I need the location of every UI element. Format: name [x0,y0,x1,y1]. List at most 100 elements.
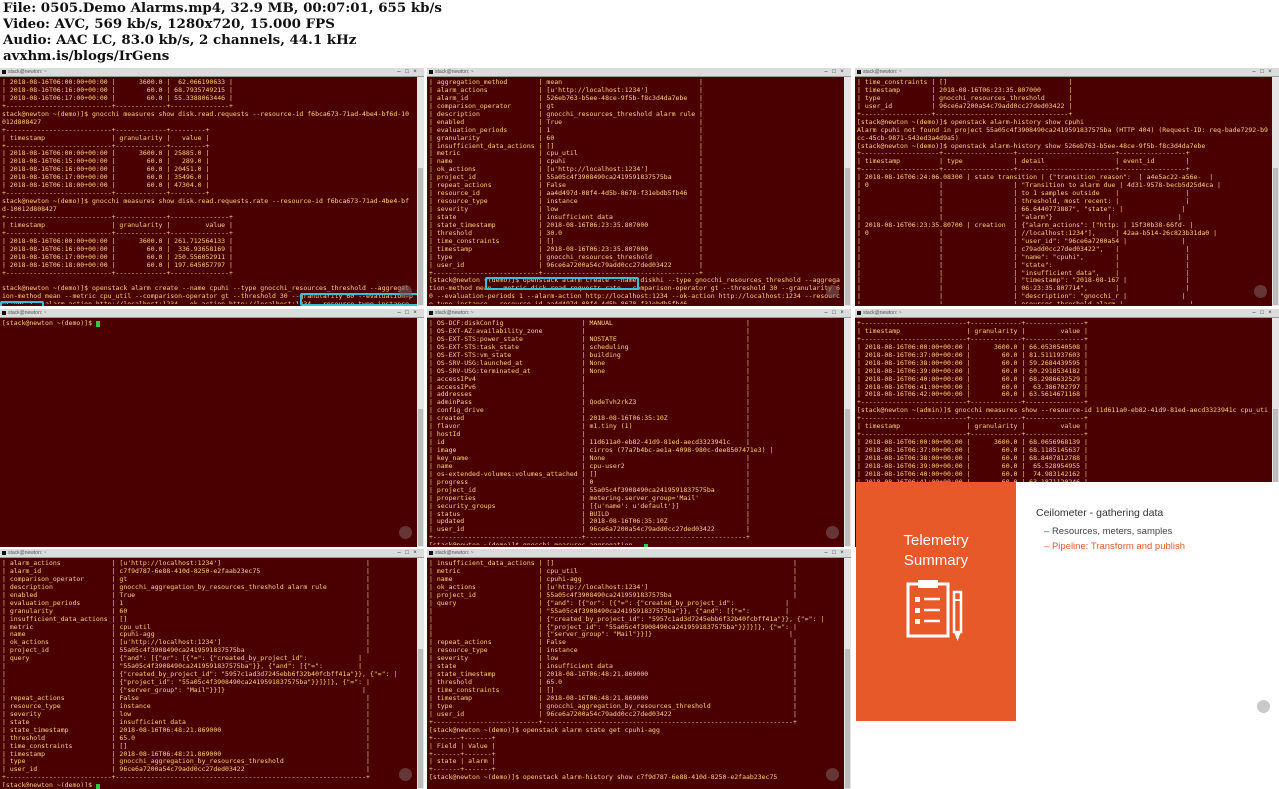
terminal-line: | 2018-08-16T06:16:00+00:00 | 60.0 | 336… [2,245,233,253]
vertical-scrollbar[interactable] [417,318,424,547]
terminal-line: +---------------------------+-----------… [429,718,797,726]
terminal-line: +---------------------------+-----------… [2,126,210,134]
terminal-window[interactable]: stack@newton: ~ – □ × | 2018-08-16T06:00:00+… [0,68,424,306]
minimize-icon[interactable]: – [396,310,402,316]
terminal-line: | metric | cpu_util | [2,623,370,631]
terminal-window[interactable]: stack@newton: ~ – □ × | aggregation_method |… [427,68,851,306]
terminal-line: | | | c79add0cc27ded03422", | | [857,245,1190,253]
minimize-icon[interactable]: – [1251,310,1257,316]
close-icon[interactable]: × [839,310,845,316]
terminal-line: | type | gnocchi_aggregation_by_resource… [429,702,797,710]
terminal-line: | user_id | 96ce6a7200a54c79add0cc27ded0… [429,526,750,534]
terminal-window[interactable]: stack@newton: ~ – □ × | alarm_actions | [u'h… [0,549,424,789]
window-titlebar[interactable]: stack@newton: ~ – □ × [0,309,424,318]
maximize-icon[interactable]: □ [831,310,837,316]
vertical-scrollbar[interactable] [1272,77,1279,306]
video-watermark-icon [1257,700,1270,713]
terminal-line: | alarm_id | 526eb763-b5ee-48ce-9f5b-f8c… [429,94,703,102]
window-titlebar[interactable]: stack@newton: ~ – □ × [427,549,851,558]
scrollbar-thumb[interactable] [845,408,850,546]
maximize-icon[interactable]: □ [1259,69,1265,75]
close-icon[interactable]: × [839,550,845,556]
terminal-line: | state_timestamp | 2018-08-16T06:23:35.… [429,221,703,229]
terminal-line: | security_groups | [{u'name': u'default… [429,502,750,510]
terminal-line: +---------------------------+-----------… [857,415,1088,423]
terminal-line: | 2018-08-16T06:00:00+00:00 | 3600.0 | 6… [2,79,233,86]
terminal-line: | Field | Value | [429,742,496,750]
scrollbar-thumb[interactable] [418,408,423,546]
terminal-line: | state_timestamp | 2018-08-16T06:48:21.… [2,726,370,734]
terminal-line: +---------------------------+-----------… [857,320,1088,327]
video-watermark-icon [399,526,412,539]
maximize-icon[interactable]: □ [831,69,837,75]
terminal-window[interactable]: stack@newton: ~ – □ × | OS-DCF:diskConfig | … [427,309,851,547]
window-titlebar[interactable]: stack@newton: ~ – □ × [0,549,424,558]
vertical-scrollbar[interactable] [844,77,851,306]
terminal-line: | 2018-08-16T06:39:00+00:00 | 60.0 | 60.… [857,367,1088,375]
window-titlebar[interactable]: stack@newton: ~ – □ × [855,309,1279,318]
terminal-line: | 2018-08-16T06:24:06.08300 | state tran… [857,174,1214,182]
file-info-line: File: 0505.Demo Alarms.mp4, 32.9 MB, 00:… [3,0,442,16]
vertical-scrollbar[interactable] [417,558,424,789]
window-titlebar[interactable]: stack@newton: ~ – □ × [427,309,851,318]
terminal-line: | 2018-08-16T06:18:00+00:00 | 60.0 | 197… [2,261,233,269]
vertical-scrollbar[interactable] [844,318,851,547]
window-title: stack@newton: ~ [435,550,474,556]
window-title: stack@newton: ~ [8,550,47,556]
terminal-line: | | | "alarm"} | | [857,213,1182,221]
vertical-scrollbar[interactable] [417,77,424,306]
scrollbar-thumb[interactable] [845,649,850,788]
window-title: stack@newton: ~ [863,69,902,75]
minimize-icon[interactable]: – [823,310,829,316]
terminal-line: | user_id | 96ce6a7200a54c79add0cc27ded0… [429,261,703,269]
minimize-icon[interactable]: – [396,550,402,556]
close-icon[interactable]: × [839,69,845,75]
terminal-window[interactable]: stack@newton: ~ – □ × [stack@newton ~(demo)]… [0,309,424,547]
terminal-line: | | | "insufficient data", | | [857,269,1190,277]
terminal-line: +--------------------+------------------… [857,150,1190,158]
terminal-line: | | {"created_by_project_id": "5957c1ad3… [2,671,398,679]
close-icon[interactable]: × [412,550,418,556]
terminal-line: | query | {"and": [{"or": [{"=": {"creat… [429,599,790,607]
maximize-icon[interactable]: □ [404,310,410,316]
vertical-scrollbar[interactable] [844,558,851,789]
minimize-icon[interactable]: – [823,69,829,75]
terminal-line: | | {"created_by_project_id": "5957c1ad3… [429,615,825,623]
terminal-line: | | | 06:23:35.807714", | | [857,285,1190,293]
maximize-icon[interactable]: □ [404,69,410,75]
terminal-line: | 2018-08-16T06:23:35.80700 | creation |… [857,221,1194,229]
minimize-icon[interactable]: – [396,69,402,75]
terminal-window[interactable]: stack@newton: ~ – □ × | time_constraints | [… [855,68,1279,306]
terminal-line: | OS-EXT-STS:power_state | NOSTATE | [429,335,750,343]
terminal-line: | adminPass | QodeTvh2rkZ3 | [429,399,750,407]
scrollbar-thumb[interactable] [418,167,423,305]
maximize-icon[interactable]: □ [831,550,837,556]
close-icon[interactable]: × [1267,310,1273,316]
terminal-line: | 2018-08-16T06:17:00+00:00 | 60.0 | 55.… [2,94,233,102]
window-titlebar[interactable]: stack@newton: ~ – □ × [0,68,424,77]
minimize-icon[interactable]: – [823,550,829,556]
terminal-line: | time_constraints | [] | [429,237,703,245]
terminal-line: | description | gnocchi_aggregation_by_r… [2,583,370,591]
scrollbar-thumb[interactable] [418,649,423,788]
terminal-line: +---------------------------+-----------… [2,213,233,221]
terminal-line: | | {"server_group": "Mail"}}]} | [429,631,793,639]
close-icon[interactable]: × [412,69,418,75]
terminal-window[interactable]: stack@newton: ~ – □ × | insufficient_data_ac… [427,549,851,789]
scrollbar-thumb[interactable] [1273,167,1278,305]
close-icon[interactable]: × [1267,69,1273,75]
video-info-line: Video: AVC, 569 kb/s, 1280x720, 15.000 F… [3,16,335,32]
window-title: stack@newton: ~ [8,69,47,75]
terminal-line: | timestamp | granularity | value | [2,221,233,229]
terminal-line: | granularity | 60 | [429,134,703,142]
scrollbar-thumb[interactable] [845,167,850,305]
terminal-output: | aggregation_method | mean | | alarm_act… [429,79,843,304]
terminal-line: | timestamp | 2018-08-16T06:48:21.869000… [2,750,370,758]
window-titlebar[interactable]: stack@newton: ~ – □ × [855,68,1279,77]
window-titlebar[interactable]: stack@newton: ~ – □ × [427,68,851,77]
terminal-line: | time_constraints | [] | [429,687,797,694]
minimize-icon[interactable]: – [1251,69,1257,75]
maximize-icon[interactable]: □ [1259,310,1265,316]
close-icon[interactable]: × [412,310,418,316]
maximize-icon[interactable]: □ [404,550,410,556]
